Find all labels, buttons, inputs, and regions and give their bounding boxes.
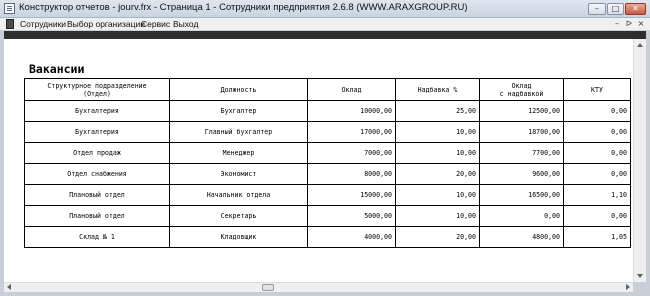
header-ktu: КТУ [563, 78, 631, 101]
cell-position: Менеджер [169, 142, 308, 164]
cell-department: Бухгалтерия [24, 100, 170, 122]
report-title: Вакансии [29, 62, 85, 76]
cell-total: 18700,00 [479, 121, 564, 143]
cell-total: 0,00 [479, 205, 564, 227]
cell-salary: 15000,00 [307, 184, 396, 206]
horizontal-scrollbar[interactable] [4, 282, 633, 292]
document-icon[interactable] [6, 19, 14, 29]
scroll-down-icon[interactable] [637, 274, 643, 278]
cell-total: 7700,00 [479, 142, 564, 164]
cell-ktu: 0,00 [563, 100, 631, 122]
cell-ktu: 1,05 [563, 226, 631, 248]
cell-ktu: 0,00 [563, 163, 631, 185]
header-salary: Оклад [307, 78, 396, 101]
title-bar[interactable]: Конструктор отчетов - jourv.frx - Страни… [0, 0, 650, 18]
header-total: Оклад с надбавкой [479, 78, 564, 101]
cell-department: Плановый отдел [24, 184, 170, 206]
toolbar-strip [4, 31, 646, 39]
menu-bar: Сотрудники Выбор организации Сервис Выхо… [0, 18, 650, 31]
cell-salary: 10000,00 [307, 100, 396, 122]
cell-position: Секретарь [169, 205, 308, 227]
window-title: Конструктор отчетов - jourv.frx - Страни… [19, 2, 468, 13]
mdi-close-icon[interactable]: × [636, 19, 646, 29]
cell-total: 12500,00 [479, 100, 564, 122]
table-header-row: Структурное подразделение (Отдел) Должно… [24, 78, 631, 101]
table-row: Отдел продаж Менеджер 7000,00 10,00 7700… [24, 142, 631, 164]
header-department-line1: Структурное подразделение [47, 81, 147, 90]
cell-bonus: 10,00 [395, 205, 480, 227]
cell-position: Начальник отдела [169, 184, 308, 206]
cell-bonus: 20,00 [395, 163, 480, 185]
table-row: Бухгалтерия Бухгалтер 10000,00 25,00 125… [24, 100, 631, 122]
minimize-button[interactable]: – [588, 3, 606, 15]
cell-salary: 5000,00 [307, 205, 396, 227]
menu-item-select-organization[interactable]: Выбор организации [67, 18, 145, 31]
menu-item-service[interactable]: Сервис [141, 18, 170, 31]
scroll-left-icon[interactable] [7, 284, 11, 290]
vertical-scrollbar[interactable] [633, 39, 646, 282]
header-total-line2: с надбавкой [499, 89, 544, 98]
header-total-line1: Оклад [511, 81, 532, 90]
cell-position: Бухгалтер [169, 100, 308, 122]
cell-department: Плановый отдел [24, 205, 170, 227]
cell-bonus: 10,00 [395, 142, 480, 164]
window-frame-bottom [0, 292, 650, 296]
header-bonus: Надбавка % [395, 78, 480, 101]
cell-department: Бухгалтерия [24, 121, 170, 143]
cell-position: Экономист [169, 163, 308, 185]
cell-total: 4800,00 [479, 226, 564, 248]
cell-bonus: 10,00 [395, 121, 480, 143]
menu-item-employees[interactable]: Сотрудники [20, 18, 66, 31]
header-position: Должность [169, 78, 308, 101]
cell-total: 9600,00 [479, 163, 564, 185]
table-row: Склад № 1 Кладовщик 4000,00 20,00 4800,0… [24, 226, 631, 248]
table-row: Бухгалтерия Главный бухгалтер 17000,00 1… [24, 121, 631, 143]
cell-department: Склад № 1 [24, 226, 170, 248]
scroll-up-icon[interactable] [637, 43, 643, 47]
cell-department: Отдел продаж [24, 142, 170, 164]
table-row: Отдел снабжения Экономист 8000,00 20,00 … [24, 163, 631, 185]
scroll-right-icon[interactable] [626, 284, 630, 290]
header-department: Структурное подразделение (Отдел) [24, 78, 170, 101]
vacancies-table: Структурное подразделение (Отдел) Должно… [24, 78, 631, 248]
cell-ktu: 0,00 [563, 121, 631, 143]
cell-salary: 8000,00 [307, 163, 396, 185]
table-row: Плановый отдел Секретарь 5000,00 10,00 0… [24, 205, 631, 227]
cell-total: 16500,00 [479, 184, 564, 206]
cell-salary: 7000,00 [307, 142, 396, 164]
cell-salary: 17000,00 [307, 121, 396, 143]
cell-bonus: 10,00 [395, 184, 480, 206]
cell-salary: 4000,00 [307, 226, 396, 248]
mdi-minimize-icon[interactable]: – [612, 19, 622, 29]
cell-position: Главный бухгалтер [169, 121, 308, 143]
table-row: Плановый отдел Начальник отдела 15000,00… [24, 184, 631, 206]
cell-ktu: 0,00 [563, 142, 631, 164]
cell-bonus: 20,00 [395, 226, 480, 248]
cell-ktu: 1,10 [563, 184, 631, 206]
header-department-line2: (Отдел) [83, 89, 111, 98]
close-button[interactable]: ✕ [625, 3, 646, 15]
menu-item-exit[interactable]: Выход [173, 18, 198, 31]
report-preview[interactable]: Вакансии Структурное подразделение (Отде… [4, 39, 633, 282]
horizontal-scroll-thumb[interactable] [262, 284, 274, 291]
cell-ktu: 0,00 [563, 205, 631, 227]
cell-position: Кладовщик [169, 226, 308, 248]
cell-department: Отдел снабжения [24, 163, 170, 185]
app-icon[interactable] [4, 3, 15, 14]
cell-bonus: 25,00 [395, 100, 480, 122]
maximize-button[interactable]: □ [607, 3, 624, 15]
mdi-restore-icon[interactable]: ᐅ [624, 19, 634, 29]
